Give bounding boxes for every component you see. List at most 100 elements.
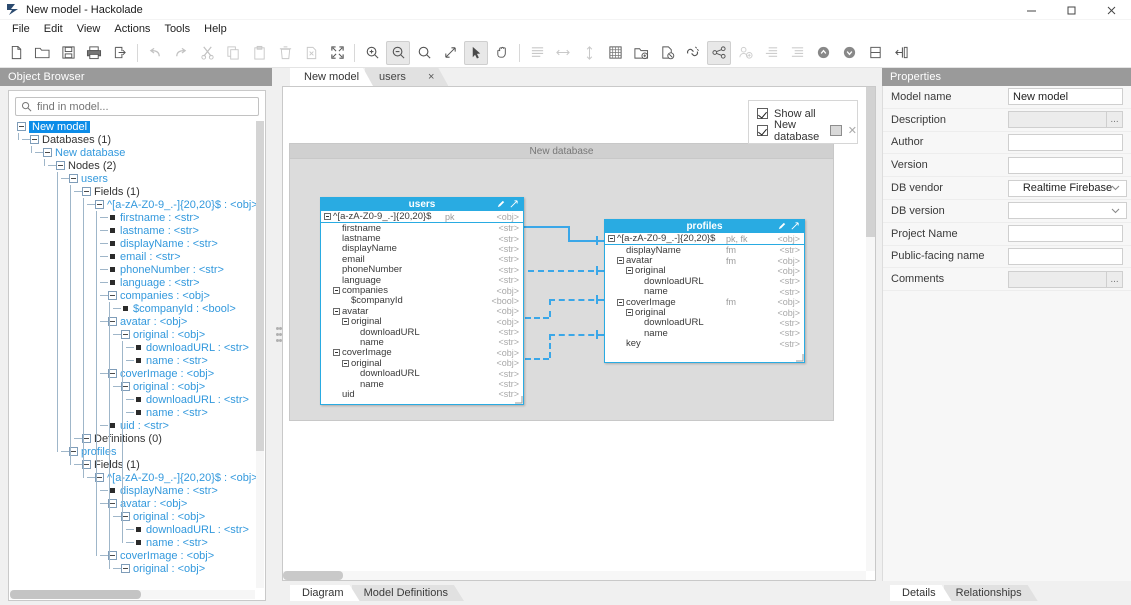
add-user-icon[interactable] [733,41,757,65]
entity-field-row[interactable]: lastname <str> [321,233,523,244]
database-color-swatch[interactable] [830,125,842,136]
entity-field-row[interactable]: email <str> [321,254,523,265]
search-box[interactable] [15,97,259,116]
tree-item[interactable]: language : <str> [13,276,265,289]
entity-field-row[interactable]: downloadURL <str> [605,317,804,328]
tree-item[interactable]: $companyId : <bool> [13,302,265,315]
tree-item[interactable]: original : <obj> [13,510,265,523]
entity-field-row[interactable]: avatar <obj> [321,306,523,317]
field-expander[interactable] [617,298,624,306]
field-expander[interactable] [342,318,349,326]
tree-item[interactable]: New model [13,120,265,133]
entity-field-row[interactable]: uid <str> [321,389,523,400]
menu-help[interactable]: Help [197,21,234,37]
tab-diagram[interactable]: Diagram [290,585,360,601]
field-expander[interactable] [626,309,633,317]
tree-item[interactable]: displayName : <str> [13,484,265,497]
tree-item[interactable]: New database [13,146,265,159]
entity-field-row[interactable]: name <str> [605,286,804,297]
entity-resize-handle[interactable] [514,395,523,404]
tree-horizontal-scrollbar[interactable] [10,590,255,599]
tree-item[interactable]: name : <str> [13,354,265,367]
tree-item[interactable]: companies : <obj> [13,289,265,302]
pointer-icon[interactable] [464,40,488,65]
tree-item[interactable]: profiles [13,445,265,458]
tree-expander[interactable] [69,174,78,183]
entity-field-row[interactable]: key <str> [605,338,804,349]
new-document-icon[interactable] [655,41,679,65]
align-lines-icon[interactable] [525,41,549,65]
property-input-author[interactable] [1008,133,1123,151]
property-input-public-facing-name[interactable] [1008,247,1123,265]
entity-field-row[interactable]: avatar fm <obj> [605,255,804,266]
tree-item[interactable]: downloadURL : <str> [13,523,265,536]
tree-expander[interactable] [30,135,39,144]
tree-expander[interactable] [95,200,104,209]
search-icon[interactable] [412,41,436,65]
tree-item[interactable]: email : <str> [13,250,265,263]
tree-item[interactable]: uid : <str> [13,419,265,432]
tree-item[interactable]: ^[a-zA-Z0-9_.-]{20,20}$ : <obj> [13,198,265,211]
entity-field-row[interactable]: coverImage <obj> [321,347,523,358]
close-button[interactable] [1091,0,1131,20]
field-expander[interactable] [342,359,349,367]
new-icon[interactable] [4,41,28,65]
zoom-in-icon[interactable] [360,41,384,65]
canvas-vertical-scrollbar[interactable] [866,87,875,571]
delete-icon[interactable] [273,41,297,65]
entity-field-row[interactable]: name <str> [321,379,523,390]
canvas-vscroll-thumb[interactable] [866,87,875,237]
fit-screen-icon[interactable] [325,41,349,65]
legend-close-icon[interactable]: ✕ [848,124,857,137]
undo-icon[interactable] [143,41,167,65]
paste-special-icon[interactable] [299,41,323,65]
entity-field-row[interactable]: downloadURL <str> [605,276,804,287]
entity-profiles[interactable]: profiles ^[a-zA-Z0-9_.-]{20,20}$ pk, fk <ob… [604,219,805,363]
property-input-version[interactable] [1008,156,1123,174]
entity-field-row[interactable]: displayName <str> [321,243,523,254]
cut-icon[interactable] [195,41,219,65]
tree-item[interactable]: coverImage : <obj> [13,549,265,562]
menu-tools[interactable]: Tools [157,21,197,37]
tab-new-model[interactable]: New model [290,68,373,86]
tree-item[interactable]: Nodes (2) [13,159,265,172]
canvas-hscroll-thumb[interactable] [283,571,343,580]
tree-item[interactable]: Definitions (0) [13,432,265,445]
tree-item[interactable]: Fields (1) [13,458,265,471]
field-expander[interactable] [608,235,615,242]
entity-field-row[interactable]: name <str> [605,328,804,339]
field-expander[interactable] [333,307,340,315]
tree-hscroll-thumb[interactable] [10,590,141,599]
tree-item[interactable]: name : <str> [13,536,265,549]
move-down-icon[interactable] [837,41,861,65]
entity-field-row[interactable]: original <obj> [321,358,523,369]
entity-field-row[interactable]: coverImage fm <obj> [605,297,804,308]
entity-field-row[interactable]: name <str> [321,337,523,348]
tree-item[interactable]: firstname : <str> [13,211,265,224]
tree-item[interactable]: ^[a-zA-Z0-9_.-]{20,20}$ : <obj> [13,471,265,484]
redo-icon[interactable] [169,41,193,65]
search-input[interactable] [37,100,253,113]
field-expander[interactable] [324,213,331,220]
property-input-description[interactable] [1008,111,1107,129]
entity-field-row[interactable]: ^[a-zA-Z0-9_.-]{20,20}$ pk, fk <obj> [605,233,804,245]
entity-field-row[interactable]: original <obj> [605,265,804,276]
entity-field-row[interactable]: language <str> [321,275,523,286]
entity-resize-handle[interactable] [795,353,804,362]
tab-model-definitions[interactable]: Model Definitions [352,585,464,601]
menu-view[interactable]: View [70,21,108,37]
property-input-db-vendor[interactable]: Realtime Firebase [1008,179,1127,197]
open-folder-icon[interactable] [30,41,54,65]
tab-close-icon[interactable]: × [428,71,434,83]
tree-vscroll-thumb[interactable] [256,121,264,451]
new-folder-icon[interactable] [629,41,653,65]
tree-item[interactable]: name : <str> [13,406,265,419]
tree-expander[interactable] [43,148,52,157]
tree-expander[interactable] [108,291,117,300]
hand-icon[interactable] [490,41,514,65]
tree-expander[interactable] [56,161,65,170]
entity-field-row[interactable]: original <obj> [321,316,523,327]
entity-field-row[interactable]: displayName fm <str> [605,245,804,256]
indent-list-icon[interactable] [759,41,783,65]
database-container[interactable]: New database users ^[a-zA-Z0-9_.-]{20,20… [289,143,834,421]
